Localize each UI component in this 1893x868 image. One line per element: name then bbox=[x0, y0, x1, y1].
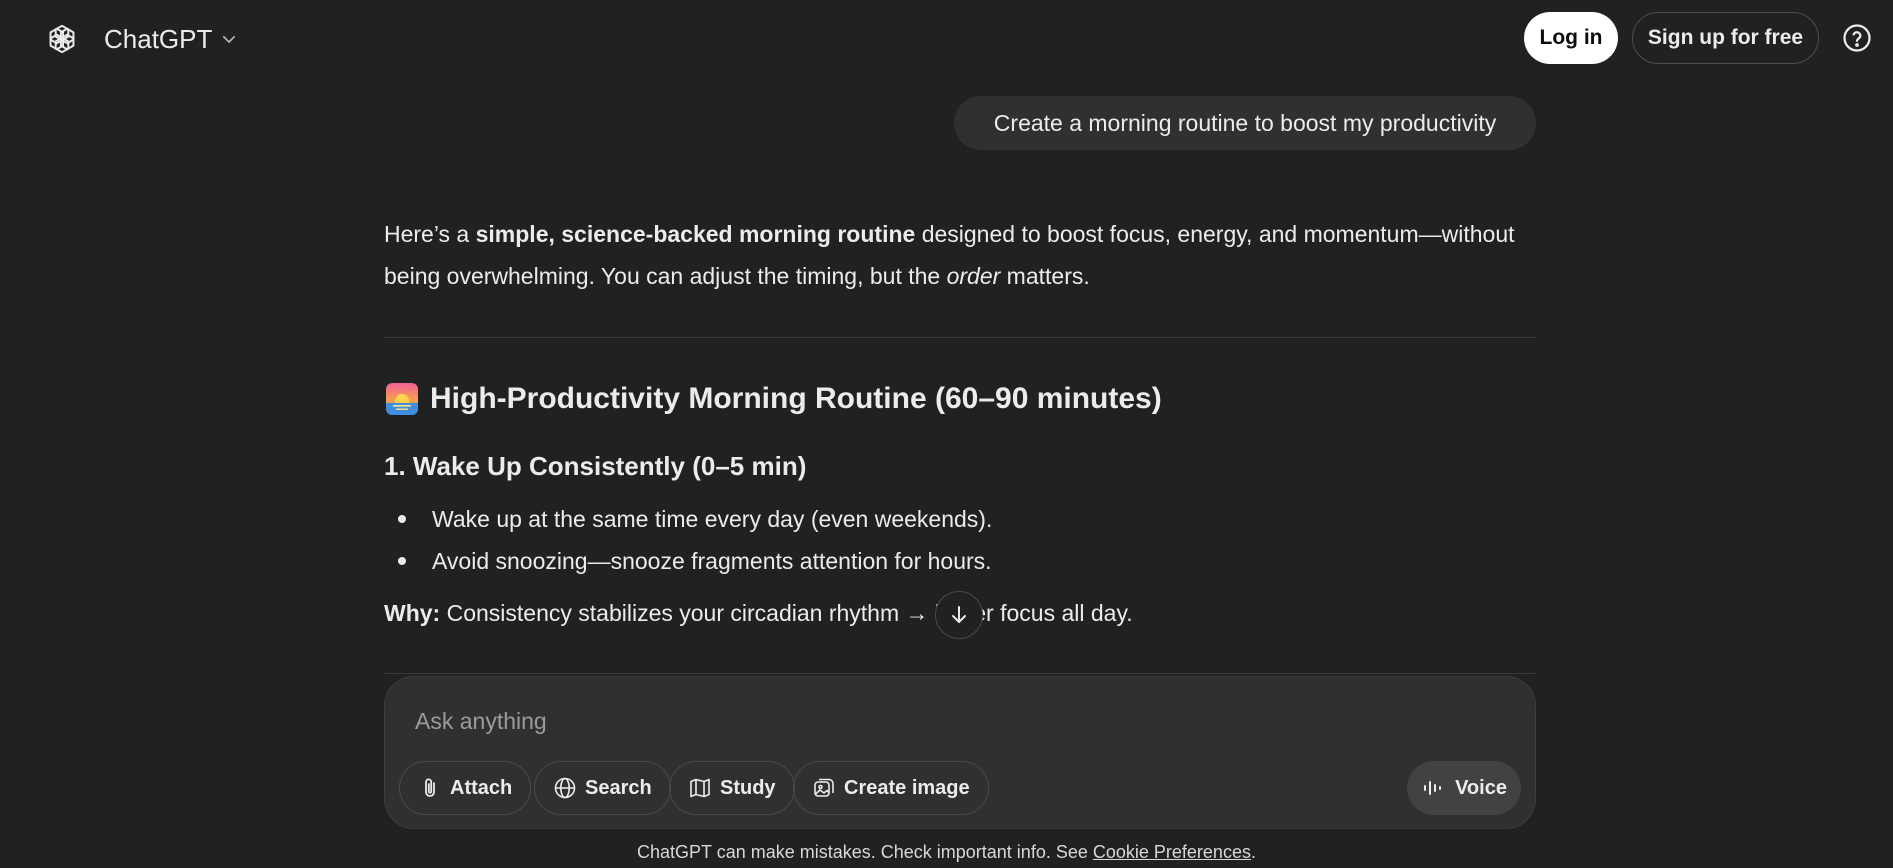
question-circle-icon[interactable] bbox=[1842, 23, 1872, 53]
create-image-button[interactable]: Create image bbox=[793, 761, 989, 815]
study-label: Study bbox=[720, 776, 776, 799]
composer: Attach Search Study Create image Voice bbox=[384, 676, 1536, 829]
globe-icon bbox=[554, 777, 576, 799]
section-heading: 1. Wake Up Consistently (0–5 min) bbox=[384, 451, 807, 481]
intro-italic: order bbox=[946, 263, 1001, 289]
intro-bold: simple, science-backed morning routine bbox=[475, 221, 916, 247]
scroll-to-bottom-button[interactable] bbox=[935, 591, 983, 639]
prompt-input[interactable] bbox=[415, 701, 1495, 741]
sunrise-emoji-icon bbox=[386, 383, 418, 415]
chat-page: ChatGPT Log in Sign up for free Create a… bbox=[0, 0, 1893, 868]
cookie-preferences-link[interactable]: Cookie Preferences bbox=[1093, 842, 1251, 862]
book-icon bbox=[690, 778, 710, 798]
create-image-label: Create image bbox=[844, 776, 970, 799]
paperclip-icon bbox=[425, 778, 435, 797]
arrow-down-icon bbox=[952, 606, 966, 623]
login-button[interactable]: Log in bbox=[1524, 12, 1618, 64]
signup-button[interactable]: Sign up for free bbox=[1632, 12, 1819, 64]
intro-paragraph: Here’s a simple, science-backed morning … bbox=[384, 213, 1536, 297]
why-text: Consistency stabilizes your circadian rh… bbox=[440, 600, 1133, 626]
voice-label: Voice bbox=[1455, 776, 1507, 799]
why-paragraph: Why: Consistency stabilizes your circadi… bbox=[384, 595, 1133, 631]
assistant-message: Here’s a simple, science-backed morning … bbox=[384, 213, 1536, 297]
top-bar: ChatGPT Log in Sign up for free bbox=[0, 0, 1893, 78]
study-button[interactable]: Study bbox=[669, 761, 795, 815]
voice-waveform-icon bbox=[1424, 781, 1442, 795]
attach-button[interactable]: Attach bbox=[399, 761, 532, 815]
intro-text: matters. bbox=[1000, 263, 1090, 289]
disclaimer-end: . bbox=[1250, 842, 1256, 862]
image-generate-icon bbox=[814, 778, 834, 797]
divider bbox=[384, 673, 1536, 674]
search-label: Search bbox=[585, 776, 652, 799]
routine-heading: High-Productivity Morning Routine (60–90… bbox=[386, 382, 1162, 416]
list-item: Wake up at the same time every day (even… bbox=[384, 498, 992, 540]
model-switcher[interactable]: ChatGPT bbox=[104, 22, 238, 56]
disclaimer: ChatGPT can make mistakes. Check importa… bbox=[0, 842, 1893, 863]
intro-text: Here’s a bbox=[384, 221, 476, 247]
divider bbox=[384, 337, 1536, 338]
model-name: ChatGPT bbox=[104, 23, 213, 54]
voice-button[interactable]: Voice bbox=[1407, 761, 1521, 815]
user-message-bubble: Create a morning routine to boost my pro… bbox=[954, 96, 1536, 150]
bullet-list: Wake up at the same time every day (even… bbox=[384, 498, 992, 582]
list-item: Avoid snoozing—snooze fragments attentio… bbox=[384, 540, 992, 582]
why-label: Why: bbox=[384, 600, 441, 626]
search-button[interactable]: Search bbox=[534, 761, 671, 815]
disclaimer-text: ChatGPT can make mistakes. Check importa… bbox=[637, 842, 1093, 862]
attach-label: Attach bbox=[450, 776, 513, 799]
routine-heading-text: High-Productivity Morning Routine (60–90… bbox=[430, 382, 1162, 415]
chevron-down-icon bbox=[223, 35, 236, 43]
openai-logo-icon[interactable] bbox=[44, 21, 80, 57]
